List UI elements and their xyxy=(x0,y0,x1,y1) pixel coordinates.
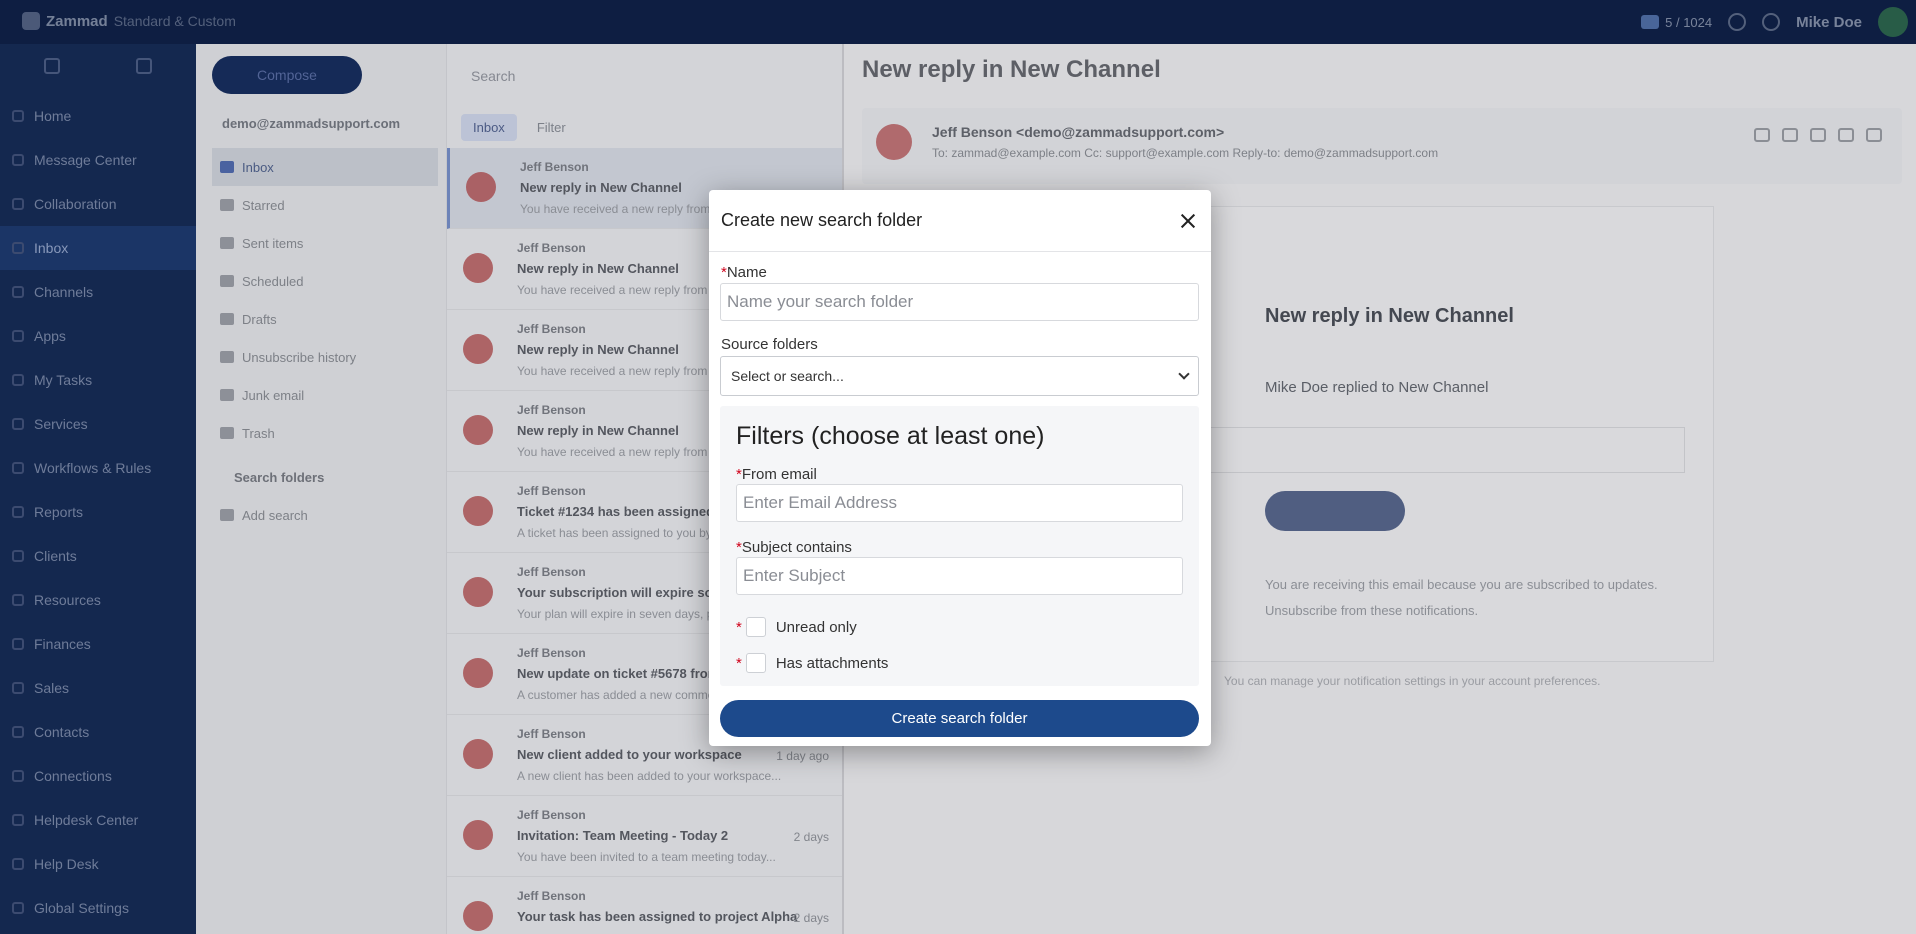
has-attachments-checkbox[interactable] xyxy=(745,653,766,673)
has-attachments-label: Has attachments xyxy=(775,654,889,672)
source-folders-value: Select or search... xyxy=(731,368,844,384)
subject-label: *Subject contains xyxy=(736,539,852,556)
close-icon[interactable] xyxy=(1177,210,1199,232)
create-search-folder-button[interactable]: Create search folder xyxy=(720,700,1199,737)
filters-section: Filters (choose at least one) *From emai… xyxy=(720,406,1199,686)
has-attachments-row: * Has attachments xyxy=(736,653,888,673)
name-label: *Name xyxy=(721,264,767,281)
source-folders-select[interactable]: Select or search... xyxy=(720,356,1199,396)
create-search-folder-dialog: Create new search folder *Name Source fo… xyxy=(709,190,1211,746)
subject-field[interactable] xyxy=(736,557,1183,595)
filters-heading: Filters (choose at least one) xyxy=(736,422,1045,450)
name-field[interactable] xyxy=(720,283,1199,321)
required-mark: * xyxy=(736,654,742,672)
from-email-field[interactable] xyxy=(736,484,1183,522)
source-folders-label: Source folders xyxy=(721,336,818,353)
from-email-label: *From email xyxy=(736,466,817,483)
unread-only-checkbox[interactable] xyxy=(745,617,766,637)
unread-only-label: Unread only xyxy=(775,618,857,636)
subject-label-text: Subject contains xyxy=(741,539,852,556)
from-email-label-text: From email xyxy=(741,466,817,483)
chevron-down-icon xyxy=(1178,368,1190,380)
dialog-header: Create new search folder xyxy=(709,190,1211,252)
required-mark: * xyxy=(736,618,742,636)
unread-only-row: * Unread only xyxy=(736,617,857,637)
name-label-text: Name xyxy=(726,264,767,281)
dialog-title: Create new search folder xyxy=(721,210,923,230)
